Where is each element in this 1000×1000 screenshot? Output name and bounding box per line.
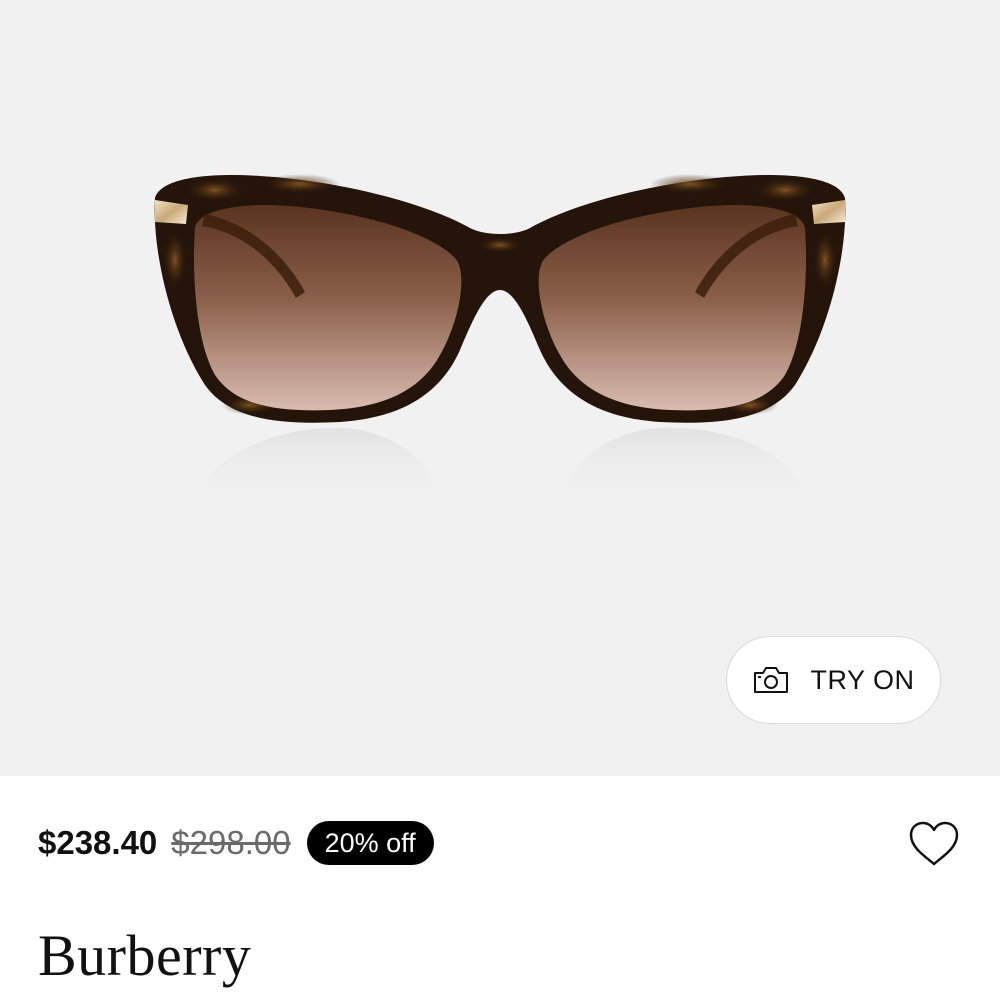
discount-badge: 20% off: [306, 821, 434, 865]
current-price: $238.40: [38, 824, 158, 861]
try-on-button[interactable]: TRY ON: [726, 636, 941, 724]
product-hero: TRY ON: [0, 0, 1000, 776]
camera-icon: [754, 667, 789, 693]
heart-icon[interactable]: [908, 820, 960, 868]
price-row: $238.40 $298.00 20% off: [38, 820, 434, 866]
brand-name: Burberry: [38, 923, 252, 988]
try-on-label: TRY ON: [810, 664, 915, 695]
original-price: $298.00: [171, 824, 291, 861]
